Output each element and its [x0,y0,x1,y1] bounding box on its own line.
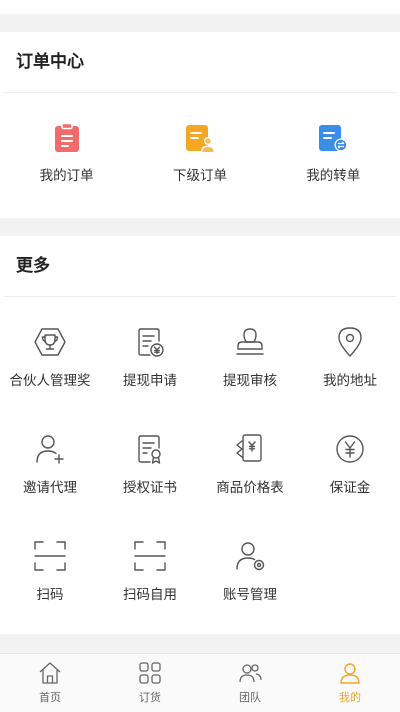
location-pin-icon [338,327,362,357]
withdraw-review-label: 提现审核 [223,373,277,389]
more-grid: 合伙人管理奖 提现申请 提现审核 我的地址 邀请代理 授权证书 商品价格表 保证… [0,324,400,645]
scan-label: 扫码 [36,587,64,603]
grid-icon [139,662,161,684]
scan-self-use-button[interactable]: 扫码自用 [100,538,200,645]
deposit-button[interactable]: 保证金 [300,431,400,538]
person-icon [340,663,360,684]
tab-mine-label: 我的 [339,691,361,704]
tab-order-goods[interactable]: 订货 [100,654,200,712]
more-title: 更多 [16,256,50,276]
withdraw-apply-button[interactable]: 提现申请 [100,324,200,431]
tab-home-label: 首页 [39,691,61,704]
subordinate-orders-label: 下级订单 [172,168,227,184]
scan-button[interactable]: 扫码 [0,538,100,645]
scan-self-use-label: 扫码自用 [123,587,177,603]
my-address-button[interactable]: 我的地址 [300,324,400,431]
account-management-button[interactable]: 账号管理 [200,538,300,645]
scan-icon [34,541,66,571]
divider [4,92,396,93]
tab-order-goods-label: 订货 [139,691,161,704]
product-price-list-label: 商品价格表 [216,480,284,496]
account-settings-icon [236,542,265,571]
home-icon [39,662,61,684]
add-user-icon [36,435,64,464]
tab-team-label: 团队 [239,691,261,704]
my-address-label: 我的地址 [323,373,377,389]
certificate-icon [138,435,161,464]
price-list-icon [236,434,262,462]
invite-agent-label: 邀请代理 [23,480,77,496]
account-management-label: 账号管理 [223,587,277,603]
order-center-title: 订单中心 [16,52,84,72]
bottom-tab-bar: 首页 订货 团队 我的 [0,653,400,712]
tab-home[interactable]: 首页 [0,654,100,712]
withdraw-apply-label: 提现申请 [123,373,177,389]
order-center-card: 订单中心 我的订单 下级订单 我的转单 [0,32,400,218]
withdraw-apply-icon [138,328,164,357]
tab-team[interactable]: 团队 [200,654,300,712]
partner-management-award-label: 合伙人管理奖 [9,373,91,389]
authorization-certificate-button[interactable]: 授权证书 [100,431,200,538]
authorization-certificate-label: 授权证书 [123,480,177,496]
yen-circle-icon [336,435,364,463]
top-strip [0,0,400,14]
subordinate-order-icon [185,125,215,152]
my-orders-button[interactable]: 我的订单 [0,122,133,184]
my-transfer-orders-label: 我的转单 [306,168,361,184]
deposit-label: 保证金 [329,480,371,496]
partner-management-award-button[interactable]: 合伙人管理奖 [0,324,100,431]
invite-agent-button[interactable]: 邀请代理 [0,431,100,538]
trophy-icon [34,328,66,356]
order-items: 我的订单 下级订单 我的转单 [0,122,400,184]
my-orders-label: 我的订单 [39,168,94,184]
product-price-list-button[interactable]: 商品价格表 [200,431,300,538]
subordinate-orders-button[interactable]: 下级订单 [133,122,266,184]
stamp-icon [236,328,264,355]
tab-mine[interactable]: 我的 [300,654,400,712]
withdraw-review-button[interactable]: 提现审核 [200,324,300,431]
my-transfer-orders-button[interactable]: 我的转单 [267,122,400,184]
more-card: 更多 合伙人管理奖 提现申请 提现审核 我的地址 邀请代理 授权证书 商品价格表… [0,236,400,634]
clipboard-icon [54,122,79,152]
transfer-order-icon [319,125,348,152]
divider [4,296,396,297]
team-icon [239,664,262,683]
scan-self-icon [134,541,166,571]
